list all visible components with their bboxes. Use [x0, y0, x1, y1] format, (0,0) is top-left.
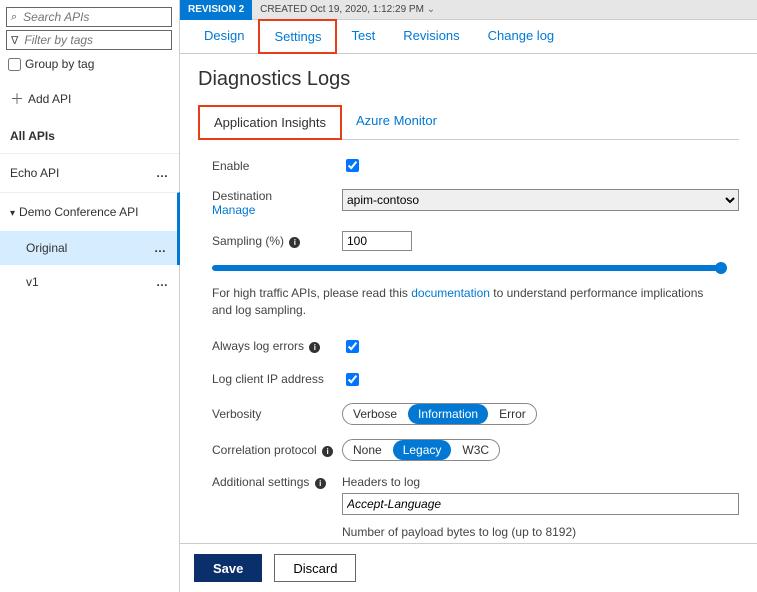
group-by-label: Group by tag [25, 57, 94, 71]
tab-settings[interactable]: Settings [258, 19, 337, 54]
main-panel: REVISION 2 CREATED Oct 19, 2020, 1:12:29… [180, 0, 757, 592]
info-icon[interactable]: i [309, 342, 320, 353]
payload-sub-label: Number of payload bytes to log (up to 81… [342, 525, 739, 539]
api-label: Demo Conference API [19, 205, 138, 219]
sub-tab-bar: Application Insights Azure Monitor [198, 105, 739, 140]
always-log-label: Always log errors i [212, 339, 342, 353]
tab-design[interactable]: Design [190, 20, 258, 53]
correlation-toggle[interactable]: None Legacy W3C [342, 439, 500, 461]
slider-thumb[interactable] [715, 262, 727, 274]
more-icon[interactable]: … [156, 275, 169, 289]
api-item-echo[interactable]: Echo API … [0, 153, 179, 192]
correlation-label: Correlation protocol i [212, 443, 342, 457]
correlation-none[interactable]: None [343, 439, 392, 461]
api-sub-item-original[interactable]: Original … [0, 231, 180, 265]
verbosity-toggle[interactable]: Verbose Information Error [342, 403, 537, 425]
form: Enable Destination Manage apim-contoso S… [198, 156, 739, 251]
headers-sub-label: Headers to log [342, 475, 739, 489]
always-log-checkbox[interactable] [346, 340, 359, 353]
sub-label: Original [26, 241, 67, 255]
info-icon[interactable]: i [289, 237, 300, 248]
tab-revisions[interactable]: Revisions [389, 20, 473, 53]
verbosity-label: Verbosity [212, 407, 342, 421]
plus-icon: ＋ [10, 89, 24, 109]
search-input[interactable] [21, 9, 167, 25]
documentation-link[interactable]: documentation [411, 286, 490, 300]
log-client-ip-label: Log client IP address [212, 372, 342, 386]
sub-tab-azure-monitor[interactable]: Azure Monitor [342, 105, 451, 139]
search-icon: ⌕ [11, 11, 17, 24]
add-api[interactable]: ＋ Add API [0, 79, 179, 119]
log-client-ip-checkbox[interactable] [346, 373, 359, 386]
all-apis-header[interactable]: All APIs [0, 119, 179, 153]
sampling-note: For high traffic APIs, please read this … [212, 285, 721, 319]
enable-label: Enable [212, 159, 342, 173]
verbosity-information[interactable]: Information [408, 404, 488, 424]
revision-badge[interactable]: REVISION 2 [180, 0, 252, 20]
revision-created: CREATED Oct 19, 2020, 1:12:29 PM ⌄ [252, 4, 443, 15]
filter-icon: ∇ [11, 34, 18, 47]
sampling-slider[interactable] [212, 265, 721, 271]
info-icon[interactable]: i [315, 478, 326, 489]
info-icon[interactable]: i [322, 446, 333, 457]
api-label: Echo API [10, 166, 59, 180]
tab-change-log[interactable]: Change log [474, 20, 569, 53]
page-title: Diagnostics Logs [198, 68, 739, 91]
manage-link[interactable]: Manage [212, 203, 255, 217]
sub-tab-app-insights[interactable]: Application Insights [198, 105, 342, 140]
tab-test[interactable]: Test [337, 20, 389, 53]
sampling-label: Sampling (%) i [212, 234, 342, 248]
additional-label: Additional settings i [212, 475, 342, 489]
destination-select[interactable]: apim-contoso [342, 189, 739, 211]
chevron-down-icon: ▾ [10, 208, 15, 219]
add-api-label: Add API [28, 92, 71, 106]
correlation-legacy[interactable]: Legacy [393, 440, 452, 460]
group-by-checkbox[interactable] [8, 58, 21, 71]
verbosity-verbose[interactable]: Verbose [343, 403, 407, 425]
chevron-down-icon[interactable]: ⌄ [427, 4, 435, 15]
correlation-w3c[interactable]: W3C [452, 439, 499, 461]
content: Diagnostics Logs Application Insights Az… [180, 54, 757, 543]
more-icon[interactable]: … [154, 241, 167, 255]
revision-bar: REVISION 2 CREATED Oct 19, 2020, 1:12:29… [180, 0, 757, 20]
discard-button[interactable]: Discard [274, 554, 356, 582]
api-item-demo-conference[interactable]: ▾ Demo Conference API [0, 192, 180, 231]
verbosity-error[interactable]: Error [489, 403, 536, 425]
api-sub-item-v1[interactable]: v1 … [0, 265, 179, 299]
headers-input[interactable] [342, 493, 739, 515]
sidebar: ⌕ ∇ Group by tag ＋ Add API All APIs Echo… [0, 0, 180, 592]
sampling-input[interactable] [342, 231, 412, 251]
destination-label: Destination Manage [212, 189, 342, 217]
enable-checkbox[interactable] [346, 159, 359, 172]
sub-label: v1 [26, 275, 39, 289]
tab-bar: Design Settings Test Revisions Change lo… [180, 20, 757, 54]
filter-tags[interactable]: ∇ [6, 30, 172, 50]
footer: Save Discard [180, 543, 757, 592]
group-by-tag[interactable]: Group by tag [0, 55, 179, 79]
more-icon[interactable]: … [156, 166, 169, 180]
filter-input[interactable] [22, 32, 167, 48]
save-button[interactable]: Save [194, 554, 262, 582]
search-apis[interactable]: ⌕ [6, 7, 172, 27]
